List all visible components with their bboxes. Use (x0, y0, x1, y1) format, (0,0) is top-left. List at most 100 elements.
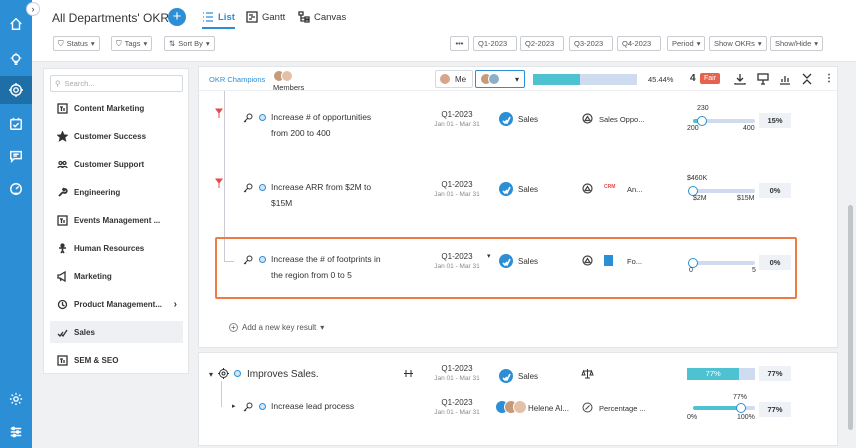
dept-human-resources[interactable]: Human Resources (50, 237, 183, 259)
quarter-q2[interactable]: Q2-2023 (520, 36, 564, 51)
canvas-icon (298, 11, 310, 23)
add-okr-button[interactable]: + (168, 8, 186, 26)
slider-start-label: 0% (687, 414, 698, 421)
tree-structure-icon[interactable] (403, 368, 414, 379)
chevron-right-icon[interactable]: › (174, 299, 177, 310)
kr-metric-type: Percentage ... (599, 404, 646, 413)
people-icon (57, 159, 68, 170)
collapse-rail-button[interactable]: › (26, 2, 40, 16)
plus-circle-icon: + (229, 323, 238, 332)
owner-select[interactable]: ▾ (475, 70, 525, 88)
download-icon[interactable] (734, 73, 746, 85)
expand-caret-icon[interactable]: ▾ (209, 370, 213, 379)
objective-title[interactable]: Improves Sales. (247, 369, 319, 380)
kr-alignment[interactable]: Fo... (627, 257, 642, 266)
me-filter[interactable]: Me (435, 70, 473, 88)
scrollbar-thumb[interactable] (848, 205, 853, 430)
sort-by-dropdown[interactable]: ⇅ Sort By ▾ (164, 36, 215, 51)
dept-engineering[interactable]: Engineering (50, 181, 183, 203)
tree-line (221, 381, 222, 407)
collapse-icon[interactable] (801, 73, 813, 85)
kr-percent: 0% (759, 183, 791, 198)
kr-alignment[interactable]: An... (627, 185, 642, 194)
quarter-q4[interactable]: Q4-2023 (617, 36, 661, 51)
dept-events-management[interactable]: Events Management ... (50, 209, 183, 231)
tab-canvas[interactable]: Canvas (298, 11, 346, 23)
status-filter[interactable]: ⛉ Status ▾ (53, 36, 100, 51)
home-icon[interactable] (0, 10, 32, 38)
dept-sales[interactable]: Sales (50, 321, 183, 343)
quarter-q3[interactable]: Q3-2023 (569, 36, 613, 51)
kr-title[interactable]: Increase # of opportunities from 200 to 4… (271, 109, 371, 141)
kr-quarter[interactable]: Q1-2023 (427, 252, 487, 261)
status-dot (234, 370, 241, 377)
progress-slider[interactable] (688, 258, 755, 268)
caret-down-icon: ▾ (696, 39, 701, 48)
members-group[interactable]: Members (273, 70, 304, 92)
okr-detail-panel: OKR Champions Members Me ▾ 45.44% 4 Fair… (198, 66, 838, 348)
kr-title[interactable]: Increase ARR from $2M to $15M (271, 179, 371, 211)
chart-icon[interactable] (779, 73, 791, 85)
slider-start-label: $2M (693, 195, 707, 202)
key-icon (243, 183, 253, 193)
kr-percent: 15% (759, 113, 791, 128)
avatar (488, 73, 500, 85)
sales-team-icon (499, 112, 513, 126)
gauge-icon[interactable] (0, 175, 32, 203)
wrench-icon (57, 187, 68, 198)
more-vertical-icon[interactable]: ⋮ (823, 73, 835, 85)
show-hide-dropdown[interactable]: Show/Hide ▾ (770, 36, 824, 51)
okr-toolbar: OKR Champions Members Me ▾ 45.44% 4 Fair… (199, 67, 837, 92)
presentation-icon[interactable] (757, 73, 769, 85)
dept-customer-support[interactable]: Customer Support (50, 153, 183, 175)
department-search-input[interactable]: ⚲ Search... (50, 75, 183, 92)
kr-title[interactable]: Increase lead process (271, 398, 354, 414)
okr-champions-link[interactable]: OKR Champions (209, 75, 265, 84)
tb-icon (57, 102, 68, 114)
slider-end-label: 100% (737, 414, 755, 421)
progress-slider[interactable] (688, 186, 755, 196)
target-icon[interactable] (0, 76, 32, 104)
tab-list[interactable]: List (202, 11, 235, 29)
objective-progress-bar: 77% (687, 368, 755, 380)
dept-customer-success[interactable]: Customer Success (50, 125, 183, 147)
kr-title[interactable]: Increase the # of footprints in the regio… (271, 251, 381, 283)
slider-handle[interactable] (735, 403, 746, 413)
key-result-row[interactable]: Increase the # of footprints in the regio… (199, 247, 837, 307)
dept-product-management[interactable]: Product Management... › (50, 293, 183, 315)
kr-quarter: Q1-2023 (441, 110, 473, 119)
expand-caret-icon[interactable]: ▸ (232, 402, 236, 410)
owner-avatars[interactable] (495, 400, 527, 414)
sales-icon (57, 327, 68, 338)
tab-gantt[interactable]: Gantt (246, 11, 285, 23)
kr-percent: 0% (759, 255, 791, 270)
pin-icon (215, 108, 223, 118)
bulb-icon[interactable] (0, 45, 32, 73)
calendar-check-icon[interactable] (0, 110, 32, 138)
dept-sem-seo[interactable]: SEM & SEO (50, 349, 183, 371)
period-dropdown[interactable]: Period ▾ (667, 36, 706, 51)
dept-marketing[interactable]: Marketing (50, 265, 183, 287)
show-okrs-dropdown[interactable]: Show OKRs ▾ (709, 36, 767, 51)
add-key-result-button[interactable]: + Add a new key result ▾ (229, 323, 324, 332)
more-button[interactable]: ••• (450, 36, 469, 51)
crm-logo: CRM (604, 184, 616, 190)
kr-date-range: Jan 01 - Mar 31 (434, 121, 480, 128)
key-result-row[interactable]: Increase ARR from $2M to $15M Q1-2023 Jan… (199, 175, 837, 235)
key-result-row[interactable]: Increase # of opportunities from 200 to 4… (199, 105, 837, 165)
megaphone-icon (57, 270, 68, 282)
alignment-icon (582, 255, 593, 266)
kr-date-range: Jan 01 - Mar 31 (434, 409, 480, 416)
kr-quarter: Q1-2023 (441, 180, 473, 189)
dept-content-marketing[interactable]: Content Marketing (50, 97, 183, 119)
chat-icon[interactable] (0, 142, 32, 170)
settings-icon[interactable] (0, 385, 32, 413)
caret-down-icon[interactable]: ▾ (487, 252, 491, 260)
progress-slider[interactable] (693, 116, 755, 126)
tags-filter[interactable]: ⛉ Tags ▾ (111, 36, 153, 51)
slider-end-label: 400 (743, 125, 755, 132)
progress-slider[interactable] (693, 403, 755, 413)
quarter-q1[interactable]: Q1-2023 (473, 36, 517, 51)
kr-alignment[interactable]: Sales Oppo... (599, 115, 644, 124)
sliders-icon[interactable] (0, 418, 32, 446)
